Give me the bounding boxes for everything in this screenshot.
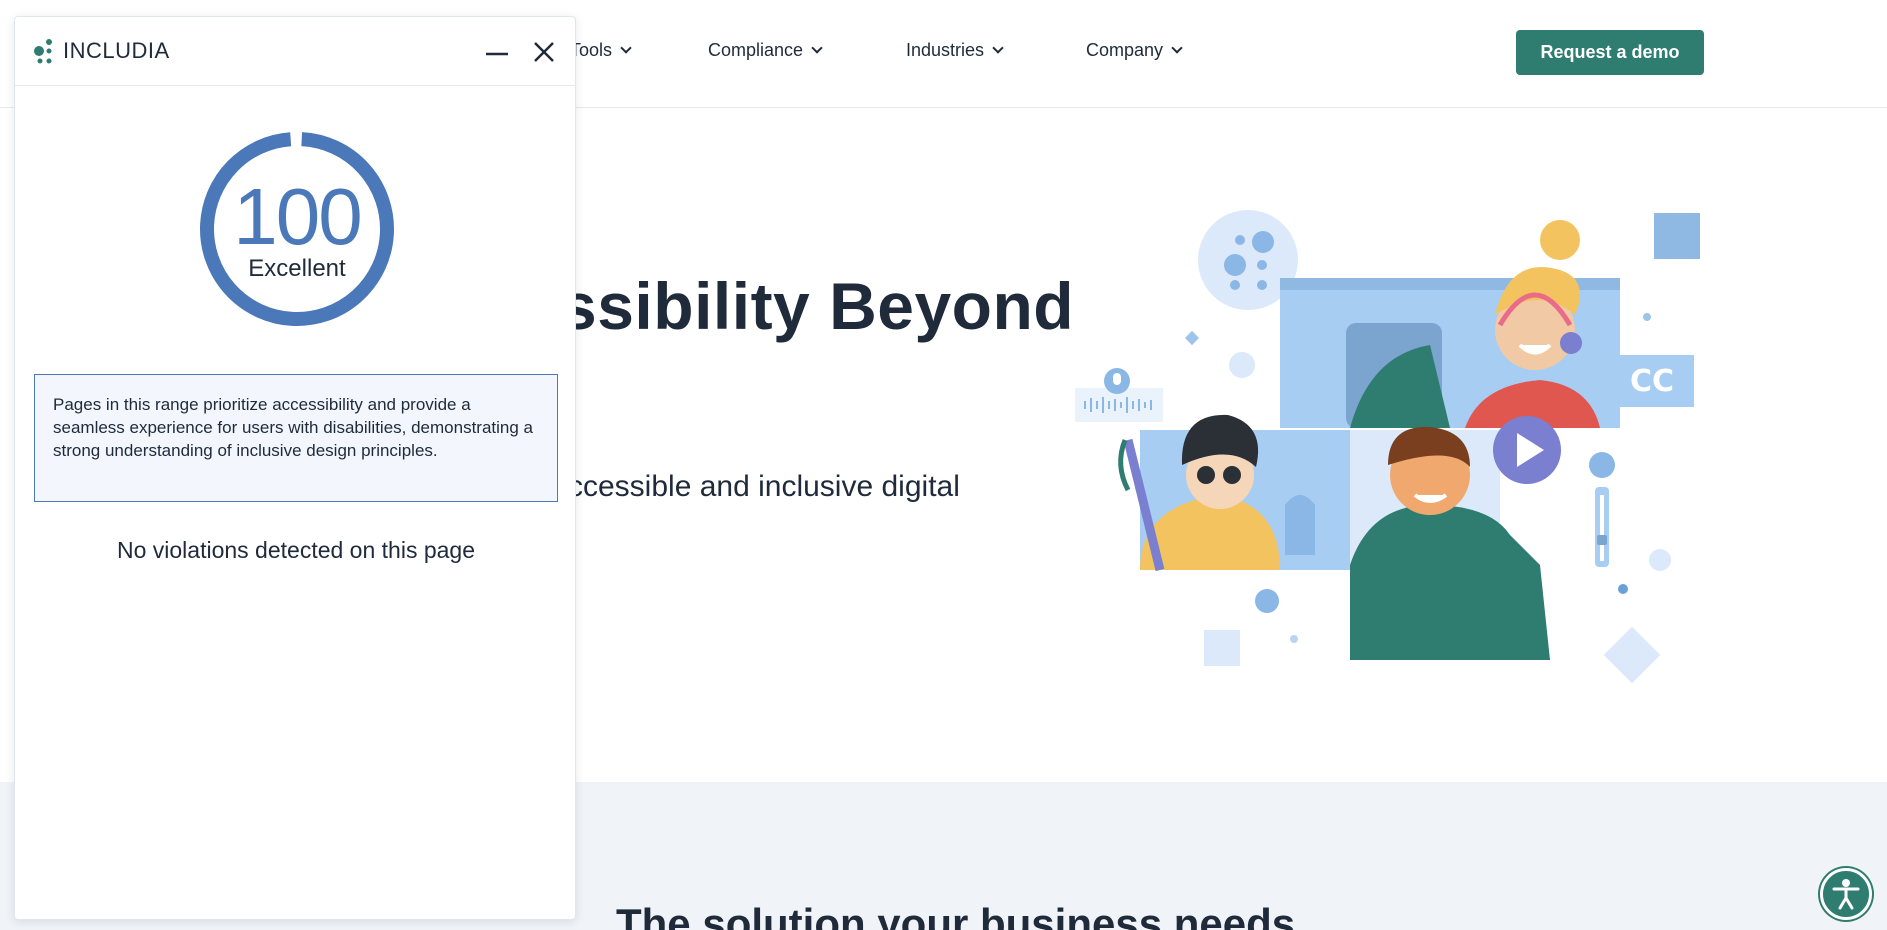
- brand: INCLUDIA: [33, 37, 170, 65]
- waving-hand: [1285, 495, 1315, 555]
- nav-item-label: Company: [1086, 40, 1164, 60]
- captions-badge-text: CC: [1630, 364, 1674, 399]
- decor-dot: [1257, 260, 1267, 270]
- sunglasses-lens: [1197, 466, 1215, 484]
- nav-item-industries[interactable]: Industries: [906, 40, 1004, 61]
- section-title: The solution your business needs: [616, 900, 1296, 930]
- includia-logo-icon: [34, 39, 52, 64]
- sunglasses-lens: [1223, 466, 1241, 484]
- includia-panel: INCLUDIA 100 Excellent Pages in this ran…: [14, 16, 576, 920]
- close-icon[interactable]: [529, 37, 559, 67]
- decor-dot: [1235, 235, 1245, 245]
- chevron-down-icon: [620, 42, 632, 54]
- decor-dot: [1230, 280, 1240, 290]
- hero-subtitle: ccessible and inclusive digital: [568, 470, 960, 503]
- decor-circle: [1649, 549, 1671, 571]
- score-value: 100: [233, 172, 362, 261]
- microphone-icon-capsule: [1113, 373, 1121, 385]
- headphone-cup: [1560, 332, 1582, 354]
- decor-dot: [1257, 280, 1267, 290]
- accessibility-person-icon: [1832, 879, 1860, 910]
- chevron-down-icon: [811, 42, 823, 54]
- person-smile: [1413, 493, 1448, 503]
- chevron-down-icon: [1171, 42, 1183, 54]
- nav-item-label: Industries: [906, 40, 985, 60]
- decor-dot: [1255, 589, 1279, 613]
- nav-item-label: Tools: [570, 40, 613, 60]
- chevron-down-icon: [992, 42, 1004, 54]
- score-description: Pages in this range prioritize accessibi…: [34, 374, 558, 502]
- decor-dot: [1618, 584, 1628, 594]
- nav-item-compliance[interactable]: Compliance: [708, 40, 823, 61]
- decor-dot: [1643, 313, 1651, 321]
- violations-status: No violations detected on this page: [116, 537, 476, 563]
- decor-square: [1654, 213, 1700, 259]
- panel-header: INCLUDIA: [15, 17, 575, 86]
- accessibility-widget-button[interactable]: [1820, 868, 1872, 920]
- decor-diamond: [1184, 330, 1200, 346]
- nav-item-company[interactable]: Company: [1086, 40, 1183, 61]
- volume-slider-thumb: [1597, 535, 1607, 545]
- brand-name: INCLUDIA: [63, 38, 170, 63]
- nav-item-tools[interactable]: Tools: [570, 40, 632, 61]
- decor-diamond: [1603, 626, 1661, 684]
- nav-item-label: Compliance: [708, 40, 804, 60]
- decor-dot: [1252, 231, 1274, 253]
- minimize-icon[interactable]: [483, 39, 511, 67]
- hero-illustration: CC: [1075, 210, 1700, 684]
- person-hair-bun: [1540, 220, 1580, 260]
- request-demo-button[interactable]: Request a demo: [1516, 30, 1704, 75]
- decor-dot: [1224, 254, 1246, 276]
- decor-square: [1204, 630, 1240, 666]
- decor-circle: [1229, 352, 1255, 378]
- volume-icon: [1589, 452, 1615, 478]
- score-label: Excellent: [248, 255, 346, 282]
- hero-title: ssibility Beyond: [560, 269, 1075, 343]
- decor-dot: [1290, 635, 1298, 643]
- person-hoodie: [1350, 505, 1550, 660]
- volume-slider-track: [1600, 495, 1604, 561]
